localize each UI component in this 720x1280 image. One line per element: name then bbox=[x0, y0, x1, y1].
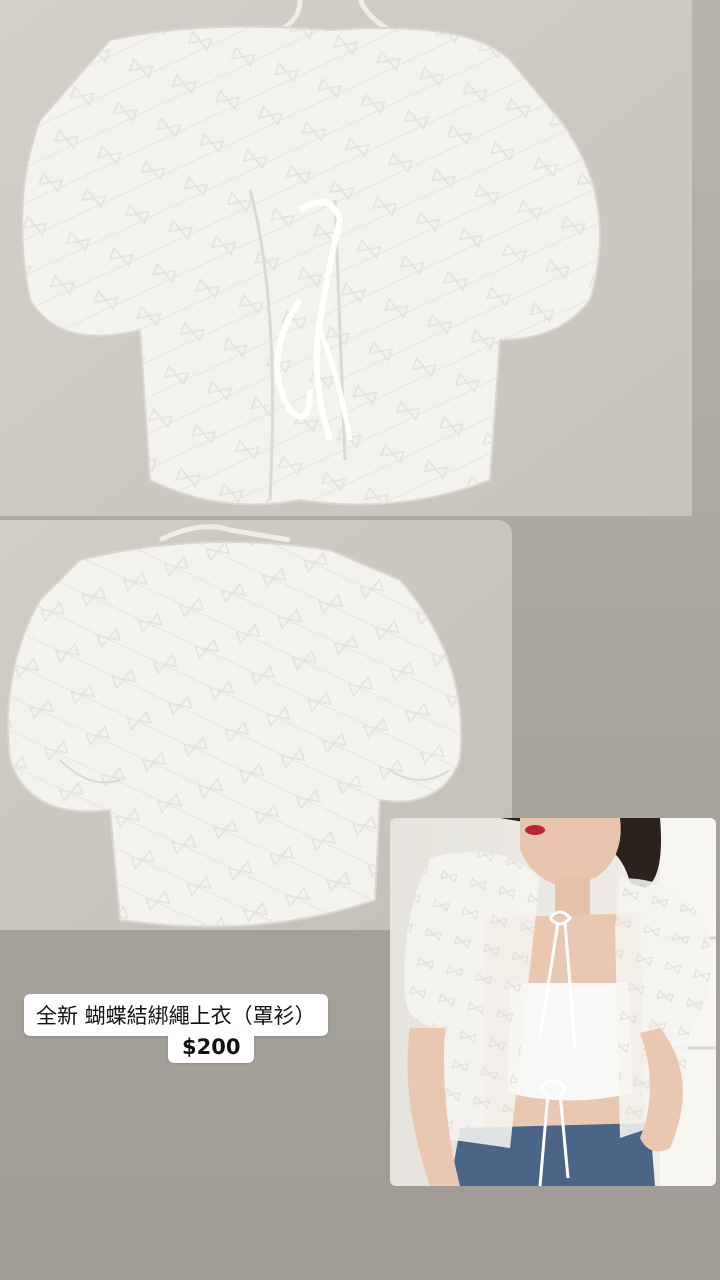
caption-sticker: 全新 蝴蝶結綁繩上衣（罩衫） bbox=[24, 994, 328, 1036]
photo-model-wearing bbox=[390, 818, 716, 1186]
photo-hanger-front bbox=[0, 0, 692, 516]
price-sticker: $200 bbox=[168, 1031, 255, 1063]
